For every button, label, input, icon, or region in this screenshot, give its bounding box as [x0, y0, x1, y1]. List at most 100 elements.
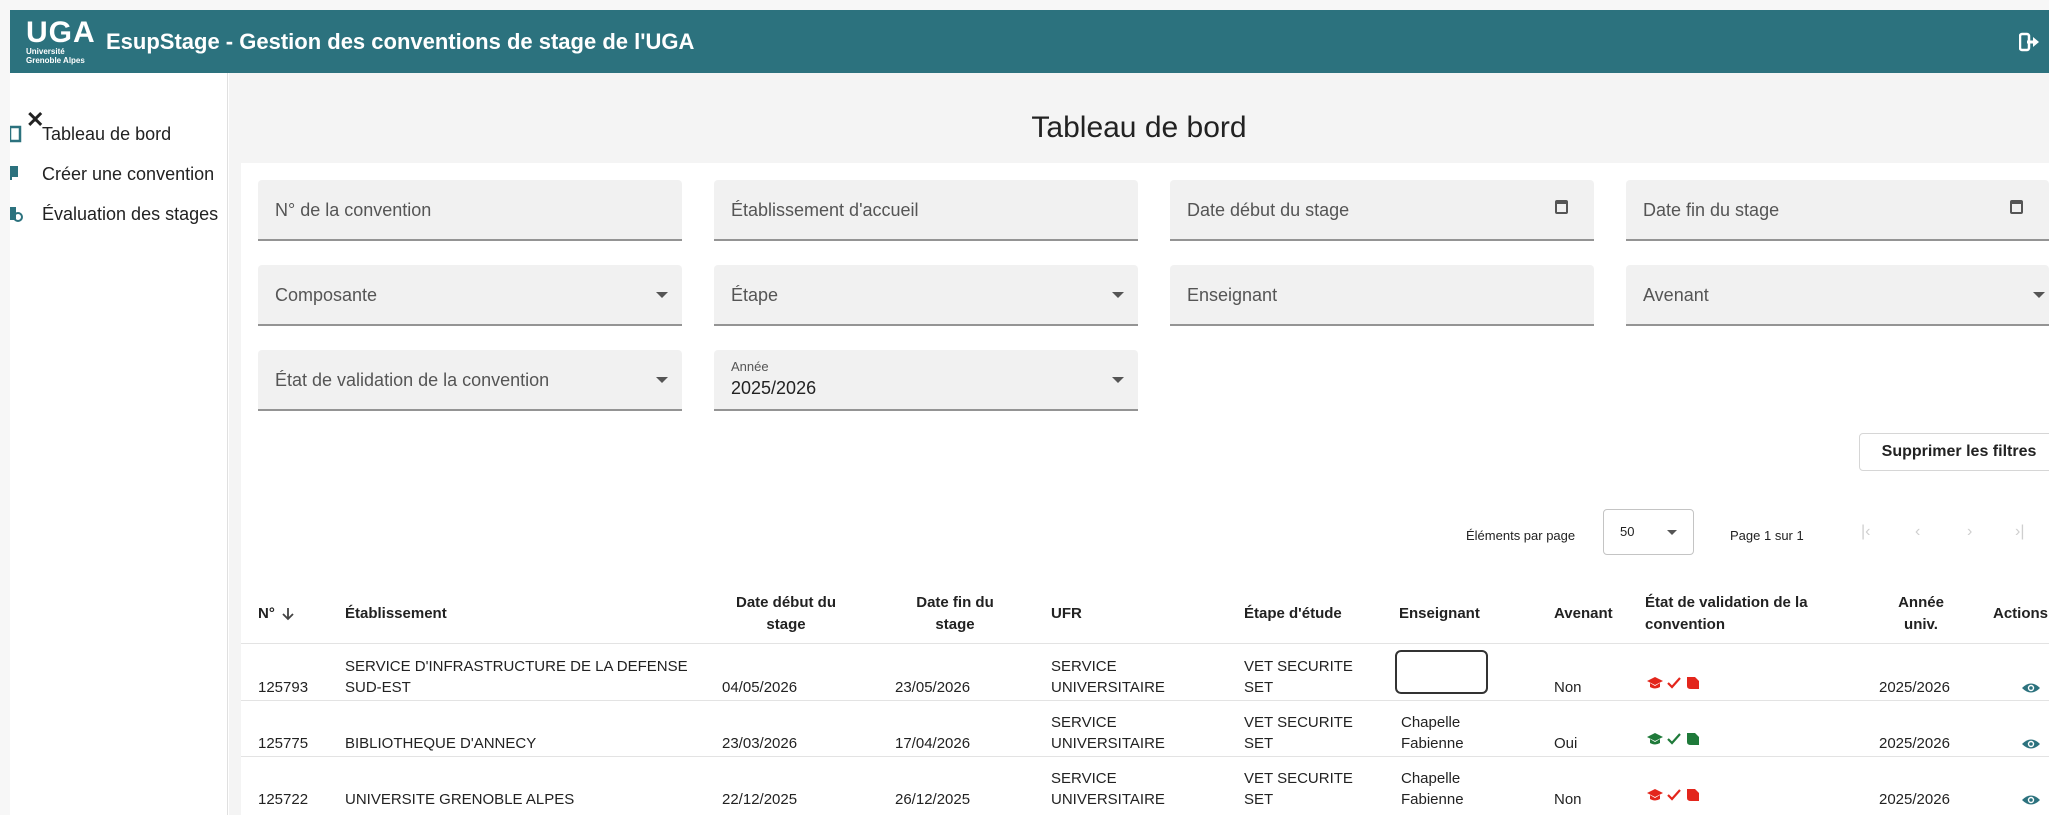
eye-icon[interactable]: [2021, 737, 2041, 751]
sidebar-item-evaluation[interactable]: Évaluation des stages: [10, 199, 218, 229]
column-header-num[interactable]: N°: [258, 589, 295, 639]
graduation-cap-icon: [1647, 733, 1663, 745]
header-label: stage: [766, 616, 806, 633]
sidebar: ✕ Tableau de bord Créer une convention É…: [10, 73, 228, 815]
cell-stage: VET SECURITE: [1244, 714, 1353, 731]
eye-icon[interactable]: [2021, 681, 2041, 695]
validation-status: [1647, 788, 1701, 802]
check-icon: [1667, 677, 1681, 689]
sidebar-item-dashboard[interactable]: Tableau de bord: [10, 119, 171, 149]
items-per-page-select[interactable]: 50: [1603, 509, 1694, 555]
calendar-icon[interactable]: [2010, 200, 2023, 214]
cell-start-date: 04/05/2026: [722, 679, 798, 696]
field-label: Étape: [731, 285, 779, 305]
clear-filters-button[interactable]: Supprimer les filtres: [1859, 433, 2049, 471]
amendment-select[interactable]: Avenant: [1626, 265, 2049, 326]
cell-end-date: 17/04/2026: [895, 735, 971, 752]
cell-num: 125775: [258, 735, 309, 752]
cell-stage-cont: SET: [1244, 735, 1274, 752]
clipboard-icon: [10, 125, 22, 143]
field-label: Année: [731, 359, 769, 374]
cell-amendment: Non: [1554, 679, 1582, 696]
check-icon: [1667, 733, 1681, 745]
validation-state-select[interactable]: État de validation de la convention: [258, 350, 682, 411]
cell-end-date: 23/05/2026: [895, 679, 971, 696]
teacher-field[interactable]: Enseignant: [1170, 265, 1594, 326]
component-select[interactable]: Composante: [258, 265, 682, 326]
chevron-down-icon: [656, 377, 668, 383]
cell-teacher-cont: Fabienne: [1401, 791, 1464, 808]
logo-sub-city: Grenoble Alpes: [26, 55, 85, 65]
chevron-down-icon: [656, 292, 668, 298]
header-label: N°: [258, 605, 275, 622]
logout-icon[interactable]: [2019, 32, 2041, 52]
field-label: N° de la convention: [275, 200, 432, 220]
page-title: Tableau de bord: [1031, 111, 1247, 144]
app-title: EsupStage - Gestion des conventions de s…: [106, 28, 695, 54]
column-header-ufr[interactable]: UFR: [1051, 589, 1082, 639]
year-select[interactable]: Année 2025/2026: [714, 350, 1138, 411]
end-date-field[interactable]: Date fin du stage: [1626, 180, 2049, 241]
cell-stage: VET SECURITE: [1244, 770, 1353, 787]
column-header-start-date[interactable]: Date début du stage: [711, 589, 861, 639]
field-label: Date fin du stage: [1643, 200, 1780, 220]
convention-number-field[interactable]: N° de la convention: [258, 180, 682, 241]
previous-page-icon[interactable]: ‹: [1915, 523, 1920, 541]
main-content: Tableau de bord N° de la convention Étab…: [229, 73, 2049, 815]
table-divider: [241, 700, 2049, 701]
header-label: stage: [935, 616, 975, 633]
column-header-validation[interactable]: État de validation de la convention: [1645, 589, 1808, 639]
sidebar-item-label: Créer une convention: [42, 163, 215, 184]
cell-ufr-cont: UNIVERSITAIRE: [1051, 679, 1165, 696]
calendar-icon[interactable]: [1555, 200, 1568, 214]
header-label: État de validation de la: [1645, 594, 1808, 611]
start-date-field[interactable]: Date début du stage: [1170, 180, 1594, 241]
items-per-page-label: Éléments par page: [1466, 528, 1576, 543]
uga-logo: UGA Université Grenoble Alpes: [10, 10, 100, 73]
cell-ufr-cont: UNIVERSITAIRE: [1051, 791, 1165, 808]
cell-stage-cont: SET: [1244, 679, 1274, 696]
cell-stage: VET SECURITE: [1244, 658, 1353, 675]
cell-ufr: SERVICE: [1051, 658, 1117, 675]
teacher-input[interactable]: [1395, 650, 1488, 694]
next-page-icon[interactable]: ›: [1967, 523, 1972, 541]
cell-stage-cont: SET: [1244, 791, 1274, 808]
header-label: Date fin du: [916, 594, 994, 611]
sidebar-item-create-convention[interactable]: Créer une convention: [10, 159, 214, 189]
first-page-icon[interactable]: |‹: [1861, 523, 1870, 541]
cell-year: 2025/2026: [1879, 679, 1950, 696]
top-bar: UGA Université Grenoble Alpes EsupStage …: [10, 10, 2049, 73]
chevron-down-icon: [2033, 292, 2045, 298]
graduation-cap-icon: [1647, 789, 1663, 801]
column-header-end-date[interactable]: Date fin du stage: [887, 589, 1023, 639]
evaluation-icon: [10, 207, 23, 222]
stage-select[interactable]: Étape: [714, 265, 1138, 326]
column-header-stage[interactable]: Étape d'étude: [1244, 589, 1342, 639]
header-label: univ.: [1904, 616, 1938, 633]
document-icon: [1687, 733, 1699, 745]
arrow-down-icon: [282, 608, 294, 621]
field-label: Date début du stage: [1187, 200, 1350, 220]
field-label: Composante: [275, 285, 378, 305]
field-value: 2025/2026: [731, 378, 817, 398]
document-add-icon: [10, 166, 18, 181]
cell-ufr: SERVICE: [1051, 714, 1117, 731]
cell-ufr: SERVICE: [1051, 770, 1117, 787]
table-divider: [241, 756, 2049, 757]
cell-teacher: Chapelle: [1401, 714, 1461, 731]
sidebar-item-label: Tableau de bord: [42, 123, 172, 144]
last-page-icon[interactable]: ›|: [2015, 523, 2024, 541]
cell-ufr-cont: UNIVERSITAIRE: [1051, 735, 1165, 752]
column-header-year[interactable]: Année univ.: [1881, 589, 1961, 639]
eye-icon[interactable]: [2021, 793, 2041, 807]
column-header-amendment[interactable]: Avenant: [1554, 589, 1613, 639]
cell-start-date: 22/12/2025: [722, 791, 798, 808]
items-per-page-value: 50: [1620, 524, 1635, 539]
column-header-establishment[interactable]: Établissement: [345, 589, 447, 639]
validation-status: [1647, 732, 1701, 746]
column-header-teacher[interactable]: Enseignant: [1399, 589, 1480, 639]
host-establishment-field[interactable]: Établissement d'accueil: [714, 180, 1138, 241]
check-icon: [1667, 789, 1681, 801]
cell-establishment-cont: SUD-EST: [345, 679, 411, 696]
field-label: Enseignant: [1187, 285, 1278, 305]
